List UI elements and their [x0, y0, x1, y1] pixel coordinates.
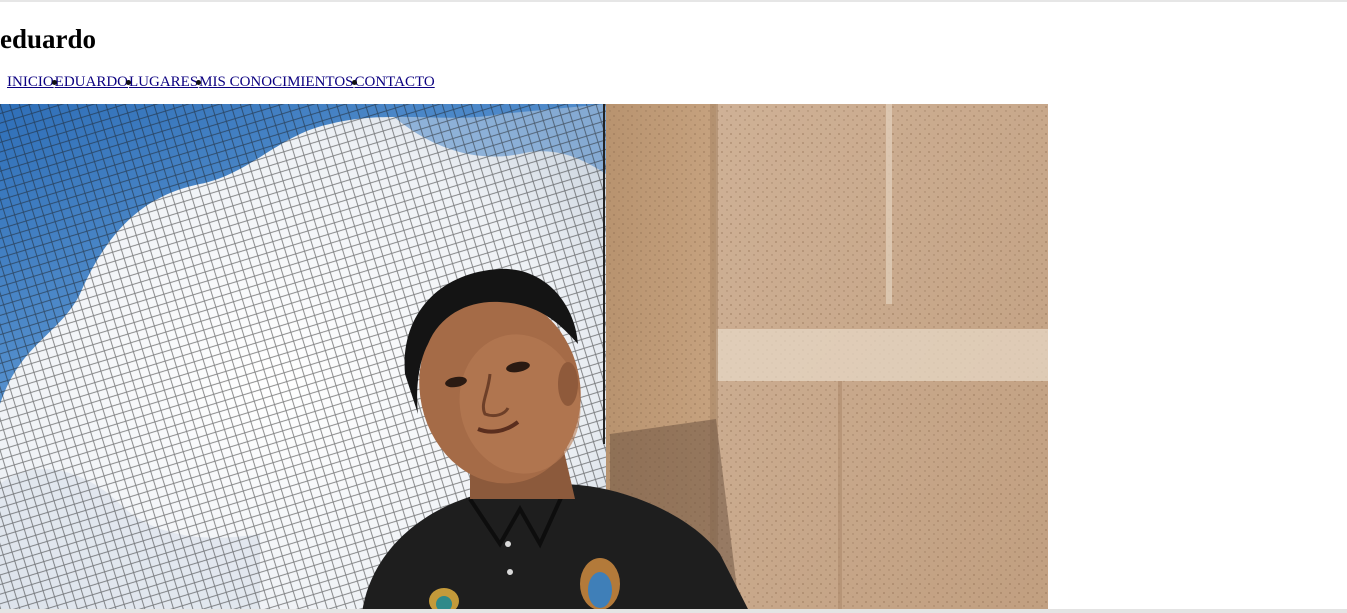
nav-separator-dot — [196, 79, 202, 85]
site-title: eduardo — [0, 24, 97, 54]
hero-photo — [0, 104, 1048, 613]
nav-separator-dot — [126, 79, 131, 85]
nav-link-lugares[interactable]: LUGARES — [129, 72, 198, 92]
nav-link-mis-conocimientos[interactable]: MIS CONOCIMIENTOS — [199, 72, 353, 92]
nav-link-eduardo[interactable]: EDUARDO — [55, 72, 128, 92]
main-nav: INICIO EDUARDO LUGARES MIS CONOCIMIENTOS… — [7, 72, 435, 92]
nav-separator-dot — [351, 79, 357, 85]
hero-photo-illustration — [0, 104, 1048, 613]
bottom-scrollbar[interactable] — [0, 609, 1347, 613]
nav-link-contacto[interactable]: CONTACTO — [355, 72, 435, 92]
top-divider — [0, 0, 1347, 2]
nav-separator-dot — [51, 79, 57, 85]
nav-link-inicio[interactable]: INICIO — [7, 72, 54, 92]
